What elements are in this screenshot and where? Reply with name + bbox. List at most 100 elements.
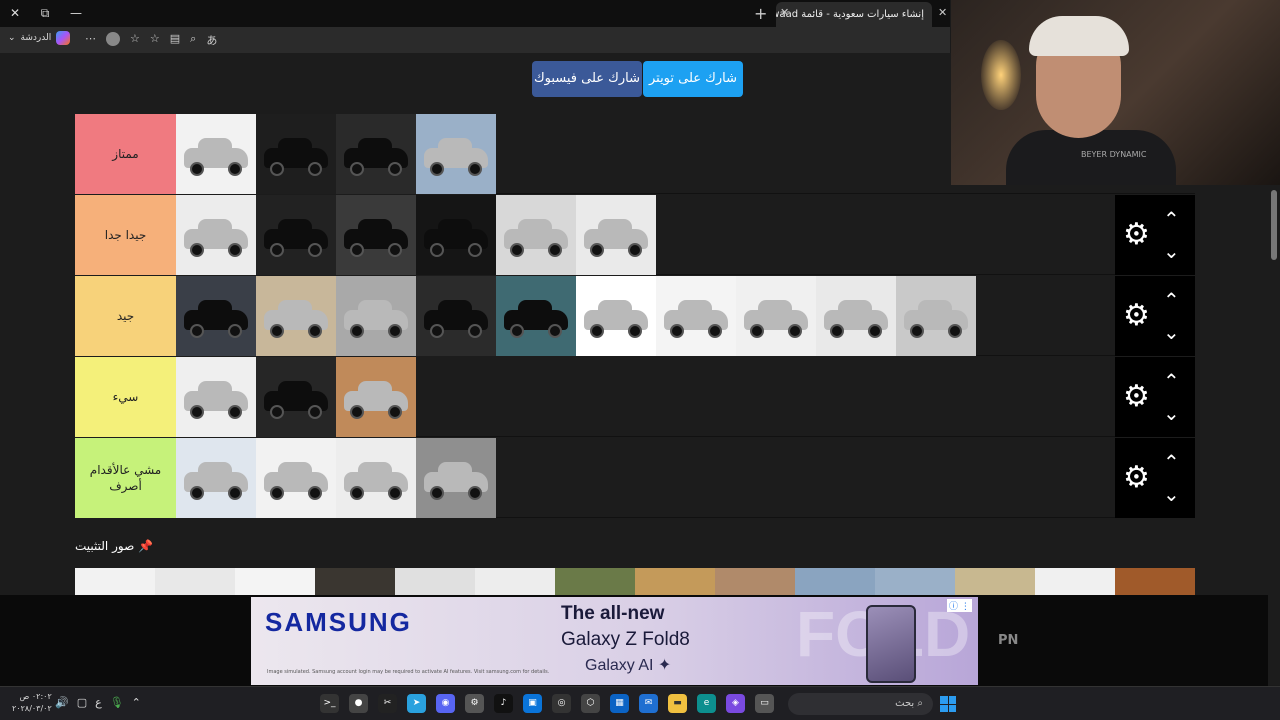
taskbar-search[interactable]: ⌕ بحث xyxy=(788,693,933,715)
pinned-thumb[interactable] xyxy=(155,568,235,598)
pinned-thumb[interactable] xyxy=(955,568,1035,598)
car-image[interactable] xyxy=(576,195,656,275)
folder-icon[interactable]: ▬ xyxy=(668,694,687,713)
car-image[interactable] xyxy=(496,276,576,356)
tab-active[interactable]: إنشاء سيارات سعودية - قائمة Awaad xyxy=(776,2,932,27)
car-image[interactable] xyxy=(816,276,896,356)
copilot-button[interactable]: ⌄ الدردشة xyxy=(8,31,71,45)
gear-icon[interactable]: ⚙ xyxy=(1123,462,1150,494)
reader-icon[interactable]: ▤ xyxy=(170,32,180,48)
pinned-thumb[interactable] xyxy=(555,568,635,598)
car-image[interactable] xyxy=(336,114,416,194)
chevron-down-icon[interactable]: ⌄ xyxy=(1163,239,1180,263)
car-image[interactable] xyxy=(656,276,736,356)
edge-icon[interactable]: e xyxy=(697,694,716,713)
tier-label[interactable]: مشي عالأقدام أصرف xyxy=(75,438,176,518)
gear-icon[interactable]: ⚙ xyxy=(1123,219,1150,251)
car-image[interactable] xyxy=(256,195,336,275)
close-icon[interactable]: ✕ xyxy=(938,6,947,19)
tier-label[interactable]: سيء xyxy=(75,357,176,437)
pinned-thumb[interactable] xyxy=(235,568,315,598)
car-image[interactable] xyxy=(256,357,336,437)
more-icon[interactable]: ⋯ xyxy=(85,32,96,48)
start-icon[interactable] xyxy=(940,696,956,712)
zoom-icon[interactable]: ⌕ xyxy=(190,32,196,48)
car-image[interactable] xyxy=(256,114,336,194)
star-icon[interactable]: ☆ xyxy=(150,32,160,48)
discord-icon[interactable]: ◉ xyxy=(436,694,455,713)
ad-info-icon[interactable]: ⓘ ⋮ xyxy=(947,599,972,612)
car-image[interactable] xyxy=(416,195,496,275)
car-image[interactable] xyxy=(416,276,496,356)
language-indicator[interactable]: ع xyxy=(95,696,102,709)
chevron-up-icon[interactable]: ⌃ xyxy=(1163,207,1180,231)
pinned-thumb[interactable] xyxy=(475,568,555,598)
car-image[interactable] xyxy=(336,276,416,356)
copilot-app-icon[interactable]: ◈ xyxy=(726,694,745,713)
car-image[interactable] xyxy=(256,276,336,356)
share-twitter-button[interactable]: شارك على تويتر xyxy=(643,61,743,97)
scrollbar[interactable] xyxy=(1268,185,1280,685)
car-image[interactable] xyxy=(416,438,496,518)
capcut-icon[interactable]: ✂ xyxy=(378,694,397,713)
pinned-thumb[interactable] xyxy=(715,568,795,598)
gear-icon[interactable]: ⚙ xyxy=(1123,381,1150,413)
translate-icon[interactable]: あ xyxy=(206,32,217,48)
favorites-icon[interactable]: ☆ xyxy=(130,32,140,48)
car-image[interactable] xyxy=(176,438,256,518)
network-icon[interactable]: ▢ xyxy=(77,696,87,709)
tab-close-icon[interactable]: ✕ xyxy=(780,6,789,19)
outlook-icon[interactable]: ✉ xyxy=(639,694,658,713)
car-image[interactable] xyxy=(256,438,336,518)
chevron-down-icon[interactable]: ⌄ xyxy=(1163,482,1180,506)
car-image[interactable] xyxy=(176,357,256,437)
car-image[interactable] xyxy=(336,438,416,518)
settings-icon[interactable]: ⚙ xyxy=(465,694,484,713)
car-image[interactable] xyxy=(416,114,496,194)
pinned-thumb[interactable] xyxy=(635,568,715,598)
car-image[interactable] xyxy=(176,114,256,194)
car-image[interactable] xyxy=(896,276,976,356)
tier-label[interactable]: جيد xyxy=(75,276,176,356)
minimize-window-icon[interactable]: — xyxy=(66,4,86,22)
chevron-up-icon[interactable]: ⌃ xyxy=(1163,450,1180,474)
store-icon[interactable]: ▦ xyxy=(610,694,629,713)
car-image[interactable] xyxy=(576,276,656,356)
app-red-icon[interactable]: ● xyxy=(349,694,368,713)
chevron-up-icon[interactable]: ⌃ xyxy=(1163,288,1180,312)
car-image[interactable] xyxy=(176,195,256,275)
pinned-thumb[interactable] xyxy=(75,568,155,598)
speaker-icon[interactable]: 🔊 xyxy=(55,696,69,709)
tier-label[interactable]: ممتاز xyxy=(75,114,176,194)
ad-banner[interactable]: SAMSUNG FOLD The all-new Galaxy Z Fold8 … xyxy=(251,597,978,685)
app-blue-icon[interactable]: ▣ xyxy=(523,694,542,713)
close-window-icon[interactable]: ✕ xyxy=(5,4,25,22)
tier-label[interactable]: جيدا جدا xyxy=(75,195,176,275)
gear-icon[interactable]: ⚙ xyxy=(1123,300,1150,332)
taskbar-clock[interactable]: ٠٢:٠٢ ص ٢٠٢٨/٠٣/٠٢ xyxy=(12,691,52,715)
pinned-thumb[interactable] xyxy=(315,568,395,598)
new-tab-icon[interactable]: + xyxy=(754,4,767,23)
scroll-thumb[interactable] xyxy=(1271,190,1277,260)
app-cube-icon[interactable]: ⬡ xyxy=(581,694,600,713)
car-image[interactable] xyxy=(496,195,576,275)
pinned-thumb[interactable] xyxy=(875,568,955,598)
car-image[interactable] xyxy=(176,276,256,356)
chevron-up-icon[interactable]: ⌃ xyxy=(1163,369,1180,393)
app-ctrl-icon[interactable]: ◎ xyxy=(552,694,571,713)
restore-window-icon[interactable]: ⧉ xyxy=(35,4,55,22)
car-image[interactable] xyxy=(336,195,416,275)
pinned-thumb[interactable] xyxy=(395,568,475,598)
tiktok-icon[interactable]: ♪ xyxy=(494,694,513,713)
car-image[interactable] xyxy=(736,276,816,356)
chevron-down-icon[interactable]: ⌄ xyxy=(1163,401,1180,425)
taskview-icon[interactable]: ▭ xyxy=(755,694,774,713)
mic-icon[interactable]: 🎙 xyxy=(110,696,124,709)
pinned-thumb[interactable] xyxy=(1115,568,1195,598)
car-image[interactable] xyxy=(336,357,416,437)
pinned-thumb[interactable] xyxy=(795,568,875,598)
telegram-icon[interactable]: ➤ xyxy=(407,694,426,713)
terminal-icon[interactable]: >_ xyxy=(320,694,339,713)
pinned-thumb[interactable] xyxy=(1035,568,1115,598)
tray-chevron-icon[interactable]: ⌃ xyxy=(132,696,141,709)
